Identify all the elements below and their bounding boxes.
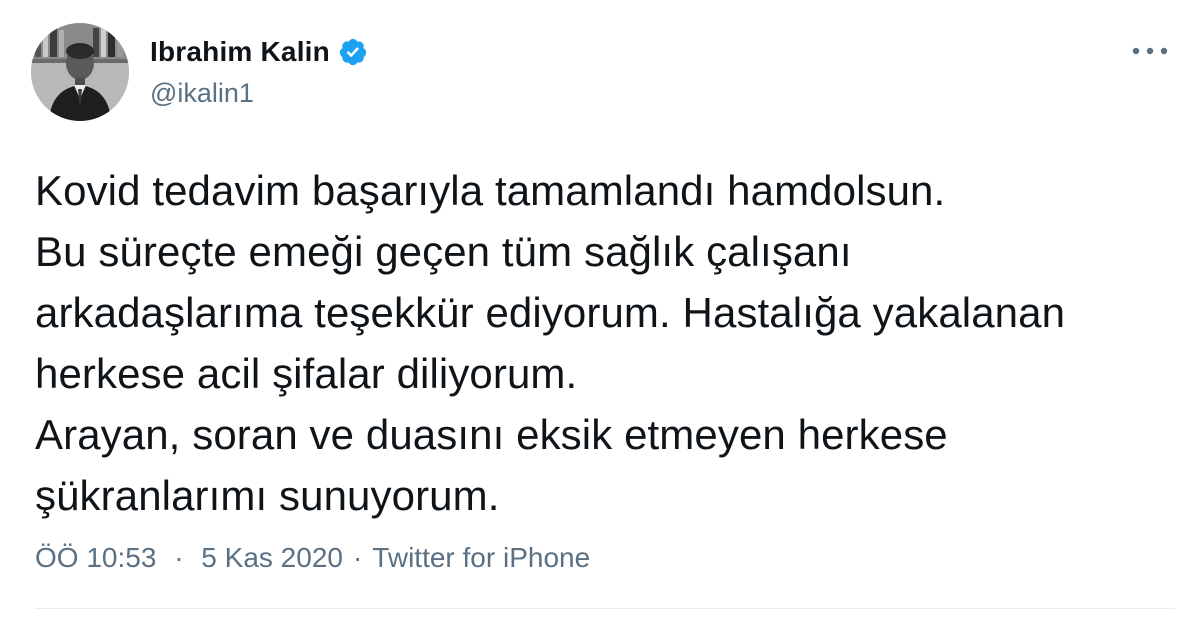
divider — [35, 608, 1175, 609]
name-row: Ibrahim Kalin — [150, 32, 368, 72]
display-name[interactable]: Ibrahim Kalin — [150, 36, 330, 68]
more-dots-icon — [1132, 47, 1168, 55]
verified-badge-icon — [338, 37, 368, 67]
tweet-text: Kovid tedavim başarıyla tamamlandı hamdo… — [35, 167, 1066, 519]
tweet-date: 5 Kas 2020 — [201, 542, 343, 573]
meta-separator: · — [352, 542, 363, 573]
tweet-time: ÖÖ 10:53 — [35, 542, 157, 573]
tweet-card: Ibrahim Kalin @ikalin1 Kovid tedavim baş… — [0, 0, 1200, 618]
avatar-photo — [31, 23, 129, 121]
tweet-source-link[interactable]: Twitter for iPhone — [372, 542, 590, 574]
tweet-metadata: ÖÖ 10:53 · 5 Kas 2020 · Twitter for iPho… — [35, 542, 590, 574]
user-handle[interactable]: @ikalin1 — [150, 78, 368, 109]
avatar[interactable] — [31, 23, 129, 121]
tweet-header: Ibrahim Kalin @ikalin1 — [150, 32, 368, 109]
tweet-time-link[interactable]: ÖÖ 10:53 · 5 Kas 2020 — [35, 542, 343, 574]
more-options-button[interactable] — [1128, 36, 1172, 66]
meta-separator: · — [174, 542, 184, 573]
